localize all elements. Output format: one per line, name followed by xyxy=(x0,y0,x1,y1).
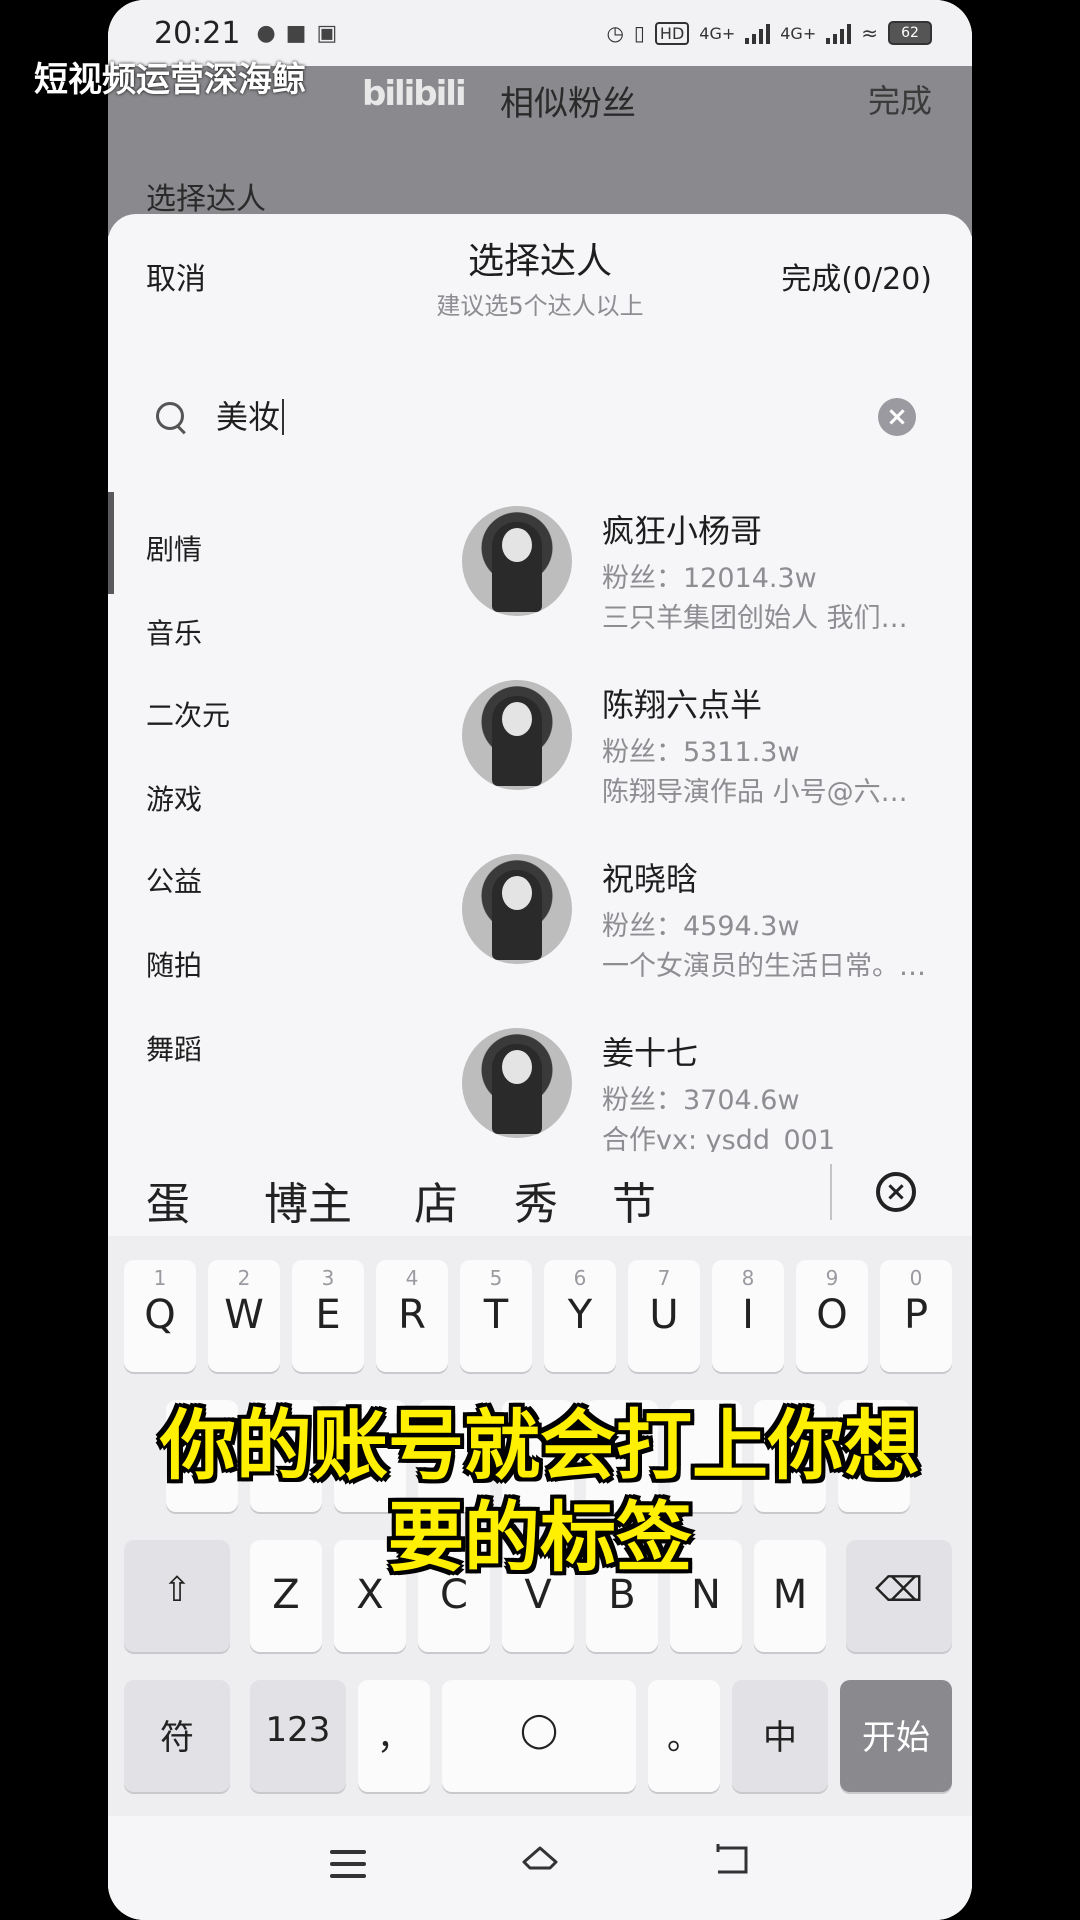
creator-name: 疯狂小杨哥 xyxy=(602,512,763,550)
microphone-icon: ◯ xyxy=(519,1710,559,1750)
menu-icon[interactable] xyxy=(330,1850,366,1878)
search-input[interactable]: 美妆 xyxy=(216,399,285,435)
status-time: 20:21 xyxy=(154,15,241,51)
creator-item[interactable]: 姜十七 粉丝：3704.6w 合作vx: ysdd_001 xyxy=(338,1028,972,1152)
clear-search-icon[interactable]: × xyxy=(878,398,916,436)
category-item[interactable]: 剧情 xyxy=(146,528,202,568)
category-item[interactable]: 游戏 xyxy=(146,778,202,818)
creator-name: 陈翔六点半 xyxy=(602,686,763,724)
candidate-divider xyxy=(830,1164,832,1220)
battery-icon: 62 xyxy=(888,21,932,45)
key-y[interactable]: 6Y xyxy=(544,1260,616,1372)
wifi-icon: ≈ xyxy=(861,21,878,45)
key-i[interactable]: 8I xyxy=(712,1260,784,1372)
category-sidebar: 剧情 音乐 二次元 游戏 公益 随拍 舞蹈 xyxy=(108,476,338,1152)
phone-screen: 20:21 ● ■ ▣ ◷ ▯ HD 4G+ 4G+ ≈ 62 bilibili… xyxy=(108,0,972,1920)
done-button[interactable]: 完成(0/20) xyxy=(781,254,932,298)
creator-name: 姜十七 xyxy=(602,1034,699,1072)
network-type-2: 4G+ xyxy=(780,23,817,43)
symbols-key[interactable]: 符 xyxy=(124,1680,230,1792)
video-caption: 你的账号就会打上你想 要的标签 xyxy=(0,1400,1080,1584)
key-p[interactable]: 0P xyxy=(880,1260,952,1372)
creator-fans: 粉丝：3704.6w xyxy=(602,1085,800,1116)
creator-desc: 一个女演员的生活日常。… xyxy=(602,951,926,982)
wechat-icon: ● xyxy=(256,20,276,46)
key-t[interactable]: 5T xyxy=(460,1260,532,1372)
creator-avatar xyxy=(462,680,572,790)
creator-name: 祝晓晗 xyxy=(602,860,699,898)
close-candidates-icon[interactable]: × xyxy=(876,1172,916,1212)
creator-avatar xyxy=(462,506,572,616)
comma-key[interactable]: ， xyxy=(358,1680,430,1792)
creator-item[interactable]: 祝晓晗 粉丝：4594.3w 一个女演员的生活日常。… xyxy=(338,854,972,1014)
back-icon[interactable] xyxy=(712,1840,752,1880)
caption-line-1: 你的账号就会打上你想 xyxy=(160,1401,920,1490)
creator-item[interactable]: 疯狂小杨哥 粉丝：12014.3w 三只羊集团创始人 我们… xyxy=(338,506,972,666)
hd-badge: HD xyxy=(654,21,690,45)
background-page-title: 相似粉丝 xyxy=(500,84,636,124)
signal-icon xyxy=(745,22,771,44)
creator-desc: 合作vx: ysdd_001 xyxy=(602,1125,835,1152)
key-q[interactable]: 1Q xyxy=(124,1260,196,1372)
alarm-icon: ◷ xyxy=(606,21,624,45)
ime-candidate-bar: 蛋 博主 店 秀 节 × xyxy=(108,1160,972,1230)
candidate-word[interactable]: 蛋 xyxy=(146,1168,190,1232)
signal-icon-2 xyxy=(826,22,852,44)
creator-item[interactable]: 陈翔六点半 粉丝：5311.3w 陈翔导演作品 小号@六… xyxy=(338,680,972,840)
category-item[interactable]: 舞蹈 xyxy=(146,1028,202,1068)
category-active-indicator xyxy=(108,492,114,594)
category-item[interactable]: 公益 xyxy=(146,860,202,900)
creator-desc: 三只羊集团创始人 我们… xyxy=(602,603,908,634)
creator-list: 疯狂小杨哥 粉丝：12014.3w 三只羊集团创始人 我们… 陈翔六点半 粉丝：… xyxy=(338,476,972,1152)
network-type-1: 4G+ xyxy=(699,23,736,43)
key-u[interactable]: 7U xyxy=(628,1260,700,1372)
search-bar[interactable]: 美妆 × xyxy=(146,374,936,460)
category-item[interactable]: 二次元 xyxy=(146,694,230,734)
navigation-bar xyxy=(108,1816,972,1920)
candidate-word[interactable]: 店 xyxy=(414,1168,458,1232)
channel-watermark: 短视频运营深海鲸 xyxy=(34,60,306,100)
period-key[interactable]: 。 xyxy=(648,1680,720,1792)
key-r[interactable]: 4R xyxy=(376,1260,448,1372)
candidate-word[interactable]: 秀 xyxy=(514,1168,558,1232)
space-key[interactable]: ◯ xyxy=(442,1680,636,1792)
home-icon[interactable] xyxy=(520,1840,560,1880)
creator-avatar xyxy=(462,854,572,964)
creator-desc: 陈翔导演作品 小号@六… xyxy=(602,777,908,808)
category-item[interactable]: 随拍 xyxy=(146,944,202,984)
search-icon xyxy=(154,400,188,434)
creator-fans: 粉丝：12014.3w xyxy=(602,563,817,594)
vibrate-icon: ▯ xyxy=(633,21,645,45)
video-icon: ■ xyxy=(285,20,307,46)
key-w[interactable]: 2W xyxy=(208,1260,280,1372)
language-switch-key[interactable]: 中 xyxy=(732,1680,828,1792)
caption-line-2: 要的标签 xyxy=(388,1493,692,1582)
background-section-label: 选择达人 xyxy=(146,182,266,217)
creator-avatar xyxy=(462,1028,572,1138)
bilibili-logo: bilibili xyxy=(362,74,467,114)
category-item[interactable]: 音乐 xyxy=(146,612,202,652)
creator-fans: 粉丝：5311.3w xyxy=(602,737,800,768)
numbers-key[interactable]: 123 xyxy=(250,1680,346,1792)
candidate-word[interactable]: 节 xyxy=(612,1168,656,1232)
key-e[interactable]: 3E xyxy=(292,1260,364,1372)
candidate-word[interactable]: 博主 xyxy=(264,1168,352,1232)
app-notification-icon: ▣ xyxy=(316,20,338,46)
creator-fans: 粉丝：4594.3w xyxy=(602,911,800,942)
go-key[interactable]: 开始 xyxy=(840,1680,952,1792)
key-o[interactable]: 9O xyxy=(796,1260,868,1372)
background-done-button: 完成 xyxy=(867,82,932,120)
